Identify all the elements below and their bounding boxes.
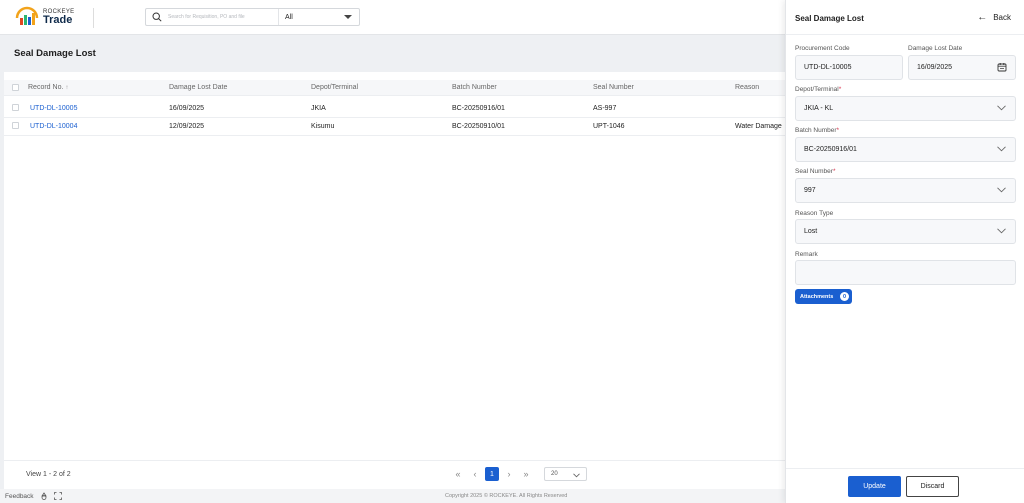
attachments-button[interactable]: Attachments 0 [795, 289, 852, 304]
procurement-code-value: UTD-DL-10005 [804, 64, 852, 71]
column-header-record-no[interactable]: Record No. ↑ [28, 84, 68, 91]
chevron-down-icon [997, 187, 1006, 195]
reason-type-label: Reason Type [795, 210, 834, 217]
chevron-down-icon [997, 228, 1006, 236]
procurement-code-label: Procurement Code [795, 45, 850, 52]
records-table: Record No. ↑ Damage Lost Date Depot/Term… [4, 72, 785, 489]
cell-depot: Kisumu [311, 123, 335, 130]
logo-main-text: Trade [43, 13, 73, 26]
copyright-text: Copyright 2025 © ROCKEYE. All Rights Res… [445, 493, 568, 499]
batch-number-value: BC-20250916/01 [804, 146, 857, 153]
procurement-code-field[interactable]: UTD-DL-10005 [795, 55, 903, 80]
detail-panel: Seal Damage Lost ← Back Procurement Code… [785, 0, 1024, 503]
next-page-button[interactable]: › [502, 467, 516, 481]
record-link[interactable]: UTD-DL-10004 [30, 123, 77, 130]
column-header-batch-number[interactable]: Batch Number [452, 84, 497, 91]
remark-input[interactable] [795, 260, 1016, 285]
search-input[interactable] [168, 14, 268, 20]
damage-lost-date-field[interactable]: 16/09/2025 [908, 55, 1016, 80]
record-link[interactable]: UTD-DL-10005 [30, 105, 77, 112]
column-header-depot-terminal[interactable]: Depot/Terminal [311, 84, 358, 91]
sort-arrow-icon: ↑ [65, 85, 69, 91]
batch-number-select[interactable]: BC-20250916/01 [795, 137, 1016, 162]
reason-type-value: Lost [804, 228, 818, 235]
prev-page-button[interactable]: ‹ [468, 467, 482, 481]
depot-select[interactable]: JKIA - KL [795, 96, 1016, 121]
search-scope-select[interactable]: All [278, 9, 360, 25]
damage-lost-date-value: 16/09/2025 [917, 64, 953, 71]
arrow-left-icon: ← [977, 12, 988, 23]
calendar-icon[interactable] [997, 62, 1007, 74]
logo-mark-icon [15, 6, 39, 28]
remark-label: Remark [795, 251, 818, 258]
select-all-checkbox[interactable] [12, 84, 19, 91]
table-header: Record No. ↑ Damage Lost Date Depot/Term… [4, 80, 785, 96]
first-page-button[interactable]: « [451, 467, 465, 481]
batch-number-label: Batch Number* [795, 127, 840, 134]
cell-seal: AS-997 [593, 105, 617, 112]
cell-date: 12/09/2025 [169, 123, 205, 130]
reason-type-select[interactable]: Lost [795, 219, 1016, 244]
depot-label: Depot/Terminal* [795, 86, 842, 93]
fullscreen-icon[interactable] [53, 492, 62, 500]
app-logo[interactable]: ROCKEYE Trade [15, 6, 74, 28]
divider [93, 8, 94, 28]
column-header-reason[interactable]: Reason [735, 84, 759, 91]
feedback-link[interactable]: Feedback [5, 493, 34, 500]
damage-lost-date-label: Damage Lost Date [908, 45, 963, 52]
status-bar: Feedback Copyright 2025 © ROCKEYE. All R… [0, 489, 785, 503]
row-checkbox[interactable] [12, 104, 19, 111]
pagination: « ‹ 1 › » 20 [451, 467, 587, 481]
table-row[interactable]: UTD-DL-10005 16/09/2025 JKIA BC-20250916… [4, 100, 785, 118]
chevron-down-icon [573, 471, 580, 483]
caret-down-icon [344, 15, 352, 19]
page-title: Seal Damage Lost [14, 48, 96, 59]
search-icon[interactable] [146, 9, 168, 25]
page-size-select[interactable]: 20 [544, 467, 587, 481]
chevron-down-icon [997, 105, 1006, 113]
update-button[interactable]: Update [848, 476, 901, 497]
attachments-count-badge: 0 [840, 292, 849, 301]
panel-footer: Update Discard [786, 468, 1024, 503]
table-row[interactable]: UTD-DL-10004 12/09/2025 Kisumu BC-202509… [4, 118, 785, 136]
attachments-label: Attachments [800, 293, 834, 300]
cell-depot: JKIA [311, 105, 326, 112]
panel-header: Seal Damage Lost ← Back [786, 0, 1024, 35]
seal-number-select[interactable]: 997 [795, 178, 1016, 203]
seal-number-label: Seal Number* [795, 168, 836, 175]
table-footer: View 1 - 2 of 2 « ‹ 1 › » 20 [4, 460, 785, 489]
page-size-value: 20 [551, 471, 558, 477]
feedback-area: Feedback [5, 492, 62, 500]
page-button-current[interactable]: 1 [485, 467, 499, 481]
seal-number-value: 997 [804, 187, 816, 194]
cell-batch: BC-20250910/01 [452, 123, 505, 130]
column-header-damage-lost-date[interactable]: Damage Lost Date [169, 84, 227, 91]
back-label: Back [993, 13, 1011, 22]
top-bar: ROCKEYE Trade All [0, 0, 785, 35]
row-checkbox[interactable] [12, 122, 19, 129]
discard-button[interactable]: Discard [906, 476, 959, 497]
depot-value: JKIA - KL [804, 105, 834, 112]
global-search: All [145, 8, 360, 26]
back-button[interactable]: ← Back [977, 12, 1011, 23]
cell-batch: BC-20250916/01 [452, 105, 505, 112]
column-header-seal-number[interactable]: Seal Number [593, 84, 634, 91]
cell-seal: UPT-1046 [593, 123, 625, 130]
cell-reason: Water Damage [735, 123, 782, 130]
cell-date: 16/09/2025 [169, 105, 205, 112]
chevron-down-icon [997, 146, 1006, 154]
panel-title: Seal Damage Lost [795, 14, 864, 23]
record-count: View 1 - 2 of 2 [26, 471, 71, 478]
search-scope-value: All [285, 13, 293, 21]
last-page-button[interactable]: » [519, 467, 533, 481]
recycle-icon[interactable] [40, 492, 48, 500]
